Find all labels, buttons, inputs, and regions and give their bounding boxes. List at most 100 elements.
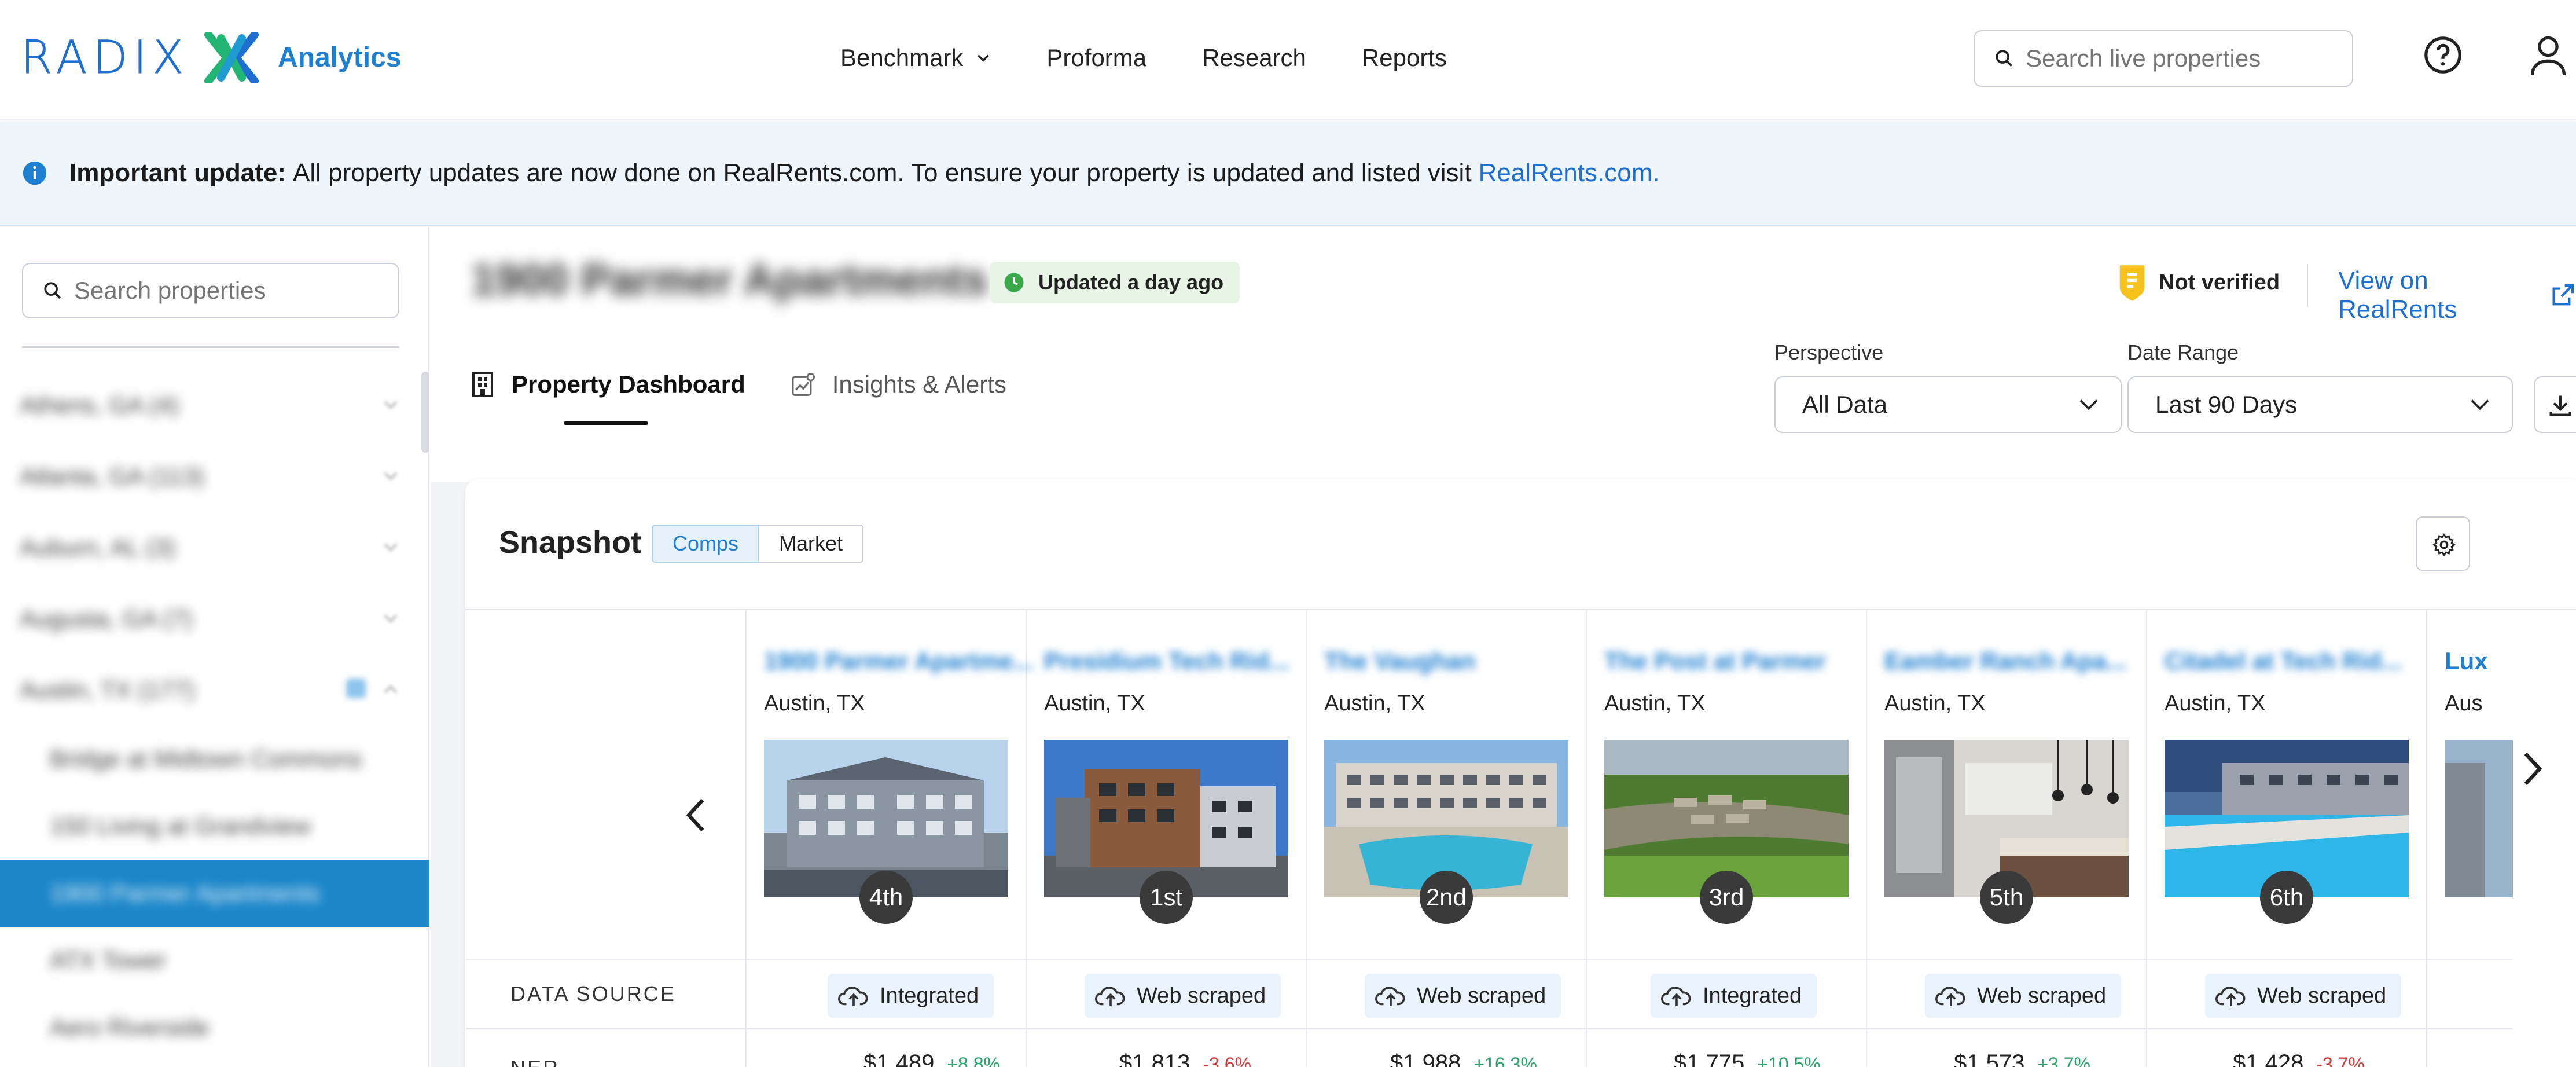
sidebar-scrollbar[interactable] — [421, 372, 429, 453]
divider — [2307, 264, 2308, 307]
banner-text: All property updates are now done on Rea… — [292, 159, 1472, 187]
market-item[interactable]: Augusta, GA (7) — [0, 583, 429, 654]
data-source-badge: Web scraped — [2205, 974, 2402, 1018]
main-content: 1900 Parmer Apartments Updated a day ago… — [431, 227, 2576, 1067]
important-update-banner: Important update: All property updates a… — [0, 122, 2576, 226]
divider — [22, 346, 399, 348]
verification-text: Not verified — [2159, 270, 2280, 295]
tab-insights-alerts[interactable]: Insights & Alerts — [791, 361, 1006, 408]
item-label: Athens, GA (4) — [20, 391, 179, 419]
property-header: 1900 Parmer Apartments Updated a day ago… — [431, 227, 2576, 482]
insights-icon — [791, 373, 815, 396]
market-item[interactable]: Atlanta, GA (113) — [0, 441, 429, 512]
gear-icon — [2432, 533, 2456, 556]
comp-name-link[interactable]: The Post at Parmer — [1604, 647, 1826, 675]
chevron-down-icon — [384, 472, 398, 481]
nav-research[interactable]: Research — [1202, 41, 1306, 75]
data-source-badge: Web scraped — [1085, 974, 1281, 1018]
nav-reports[interactable]: Reports — [1362, 41, 1447, 75]
row-labels-column: DATA SOURCE NER — [466, 610, 747, 1067]
chevron-down-icon — [2079, 399, 2098, 410]
live-properties-search[interactable] — [1974, 30, 2353, 87]
ner-change: +3.7% — [2037, 1054, 2090, 1067]
toggle-market[interactable]: Market — [759, 525, 864, 563]
view-on-realrents-link[interactable]: View on RealRents — [2338, 266, 2576, 324]
comp-name-link[interactable]: Lux — [2445, 647, 2488, 675]
market-item[interactable]: Athens, GA (4) — [0, 369, 429, 441]
search-icon — [44, 282, 61, 299]
nav-proforma[interactable]: Proforma — [1046, 41, 1146, 75]
comp-city: Austin, TX — [1604, 691, 1706, 716]
market-item[interactable]: Auburn, AL (3) — [0, 512, 429, 583]
ner-value: $1,813 -3.6% — [1119, 1050, 1251, 1067]
nav-benchmark[interactable]: Benchmark — [840, 41, 991, 75]
perspective-select[interactable]: All Data — [1774, 376, 2122, 433]
updated-badge: Updated a day ago — [990, 262, 1240, 303]
user-icon[interactable] — [2529, 35, 2567, 78]
product-name: Analytics — [278, 42, 402, 73]
item-label: 150 Living at Grandview — [50, 812, 311, 839]
data-source-text: Web scraped — [2257, 983, 2387, 1008]
ner-value: $1,489 +8.8% — [863, 1050, 1000, 1067]
rank-badge: 1st — [1140, 871, 1193, 924]
settings-button[interactable] — [2416, 516, 2470, 571]
cloud-upload-icon — [1935, 987, 1965, 1006]
chevron-right-icon[interactable] — [2521, 750, 2544, 787]
data-source-badge: Web scraped — [1365, 974, 1561, 1018]
download-icon — [2549, 395, 2571, 416]
chevron-down-icon — [384, 401, 398, 409]
ner-amount: $1,428 — [2233, 1050, 2304, 1067]
comp-name-link[interactable]: Citadel at Tech Rid... — [2165, 647, 2402, 675]
tab-label: Insights & Alerts — [832, 371, 1006, 398]
property-item[interactable]: Aero Riverside — [0, 994, 429, 1061]
comp-photo[interactable] — [2445, 740, 2513, 897]
x-logo-icon — [204, 31, 259, 85]
radix-logo[interactable]: RADIX — [21, 32, 189, 85]
property-item[interactable]: 150 Living at Grandview — [0, 793, 429, 860]
ner-change: -3.7% — [2316, 1054, 2365, 1067]
chevron-left-icon[interactable] — [684, 797, 707, 834]
download-button[interactable] — [2534, 376, 2576, 433]
comp-city: Austin, TX — [1324, 691, 1425, 716]
ner-change: -3.6% — [1203, 1054, 1251, 1067]
data-source-badge: Integrated — [828, 974, 994, 1018]
property-item[interactable]: Bridge at Midtown Commons — [0, 725, 429, 793]
chevron-up-icon — [384, 685, 398, 694]
toggle-comps[interactable]: Comps — [652, 525, 760, 563]
help-icon[interactable] — [2423, 35, 2463, 75]
rank-badge: 2nd — [1420, 871, 1473, 924]
ner-value: $1,428 -3.7% — [2233, 1050, 2365, 1067]
property-sidebar: Athens, GA (4) Atlanta, GA (113) Auburn,… — [0, 227, 429, 1067]
building-icon — [472, 372, 493, 397]
property-item-active[interactable]: 1900 Parmer Apartments — [0, 860, 429, 927]
logo-x-mark — [204, 31, 259, 85]
comp-name-link[interactable]: 1900 Parmer Apartme... — [764, 647, 1033, 675]
comp-name-link[interactable]: The Vaughan — [1324, 647, 1475, 675]
ner-change: +10.5% — [1757, 1054, 1821, 1067]
filter-icon — [346, 679, 366, 698]
comp-column: Eamber Ranch Apa... Austin, TX 5th Web s… — [1867, 610, 2147, 1067]
search-icon — [1996, 50, 2013, 67]
search-input[interactable] — [2026, 45, 2350, 72]
snapshot-card: Snapshot Comps Market DATA SOURCE NER 19… — [465, 479, 2576, 1067]
ner-amount: $1,573 — [1954, 1050, 2025, 1067]
property-item[interactable]: ATX Tower — [0, 927, 429, 994]
item-label: Austin, TX (177) — [20, 676, 195, 703]
comp-name-link[interactable]: Presidium Tech Rid... — [1044, 647, 1289, 675]
market-item-expanded[interactable]: Austin, TX (177) — [0, 654, 429, 725]
data-source-text: Web scraped — [1977, 983, 2107, 1008]
item-label: Augusta, GA (7) — [20, 604, 193, 632]
search-input[interactable] — [74, 277, 398, 305]
date-range-select[interactable]: Last 90 Days — [2127, 376, 2513, 433]
ner-value: $1,775 +10.5% — [1674, 1050, 1821, 1067]
chevron-down-icon — [2471, 399, 2489, 410]
comp-name-link[interactable]: Eamber Ranch Apa... — [1884, 647, 2127, 675]
chevron-down-icon — [384, 543, 398, 552]
rank-badge: 5th — [1980, 871, 2033, 924]
property-search[interactable] — [22, 263, 399, 318]
item-label: Bridge at Midtown Commons — [50, 745, 362, 772]
comps-market-toggle: Comps Market — [652, 525, 864, 563]
realrents-link[interactable]: RealRents.com. — [1479, 159, 1660, 188]
tab-property-dashboard[interactable]: Property Dashboard — [471, 361, 745, 425]
perspective-label: Perspective — [1774, 340, 1884, 364]
